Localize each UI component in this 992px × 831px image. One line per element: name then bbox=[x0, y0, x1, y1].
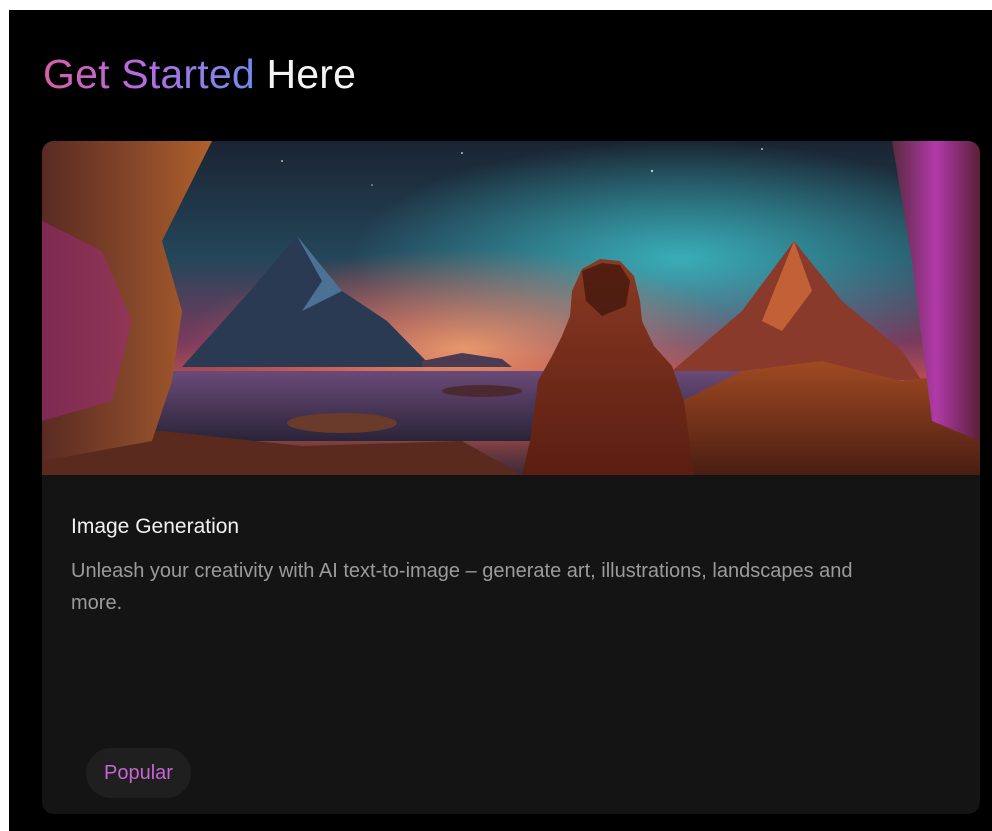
popular-badge: Popular bbox=[86, 748, 191, 798]
card-title: Image Generation bbox=[71, 515, 240, 538]
card-hero-image bbox=[42, 141, 980, 475]
heading-accent: Get Started bbox=[43, 51, 255, 97]
heading-rest: Here bbox=[266, 51, 357, 97]
image-generation-card[interactable]: Image Generation Unleash your creativity… bbox=[42, 141, 980, 814]
page-frame: Get Started Here Image Generation Unleas… bbox=[9, 10, 992, 831]
card-description: Unleash your creativity with AI text-to-… bbox=[71, 560, 853, 614]
section-heading: Get Started Here bbox=[43, 48, 356, 100]
